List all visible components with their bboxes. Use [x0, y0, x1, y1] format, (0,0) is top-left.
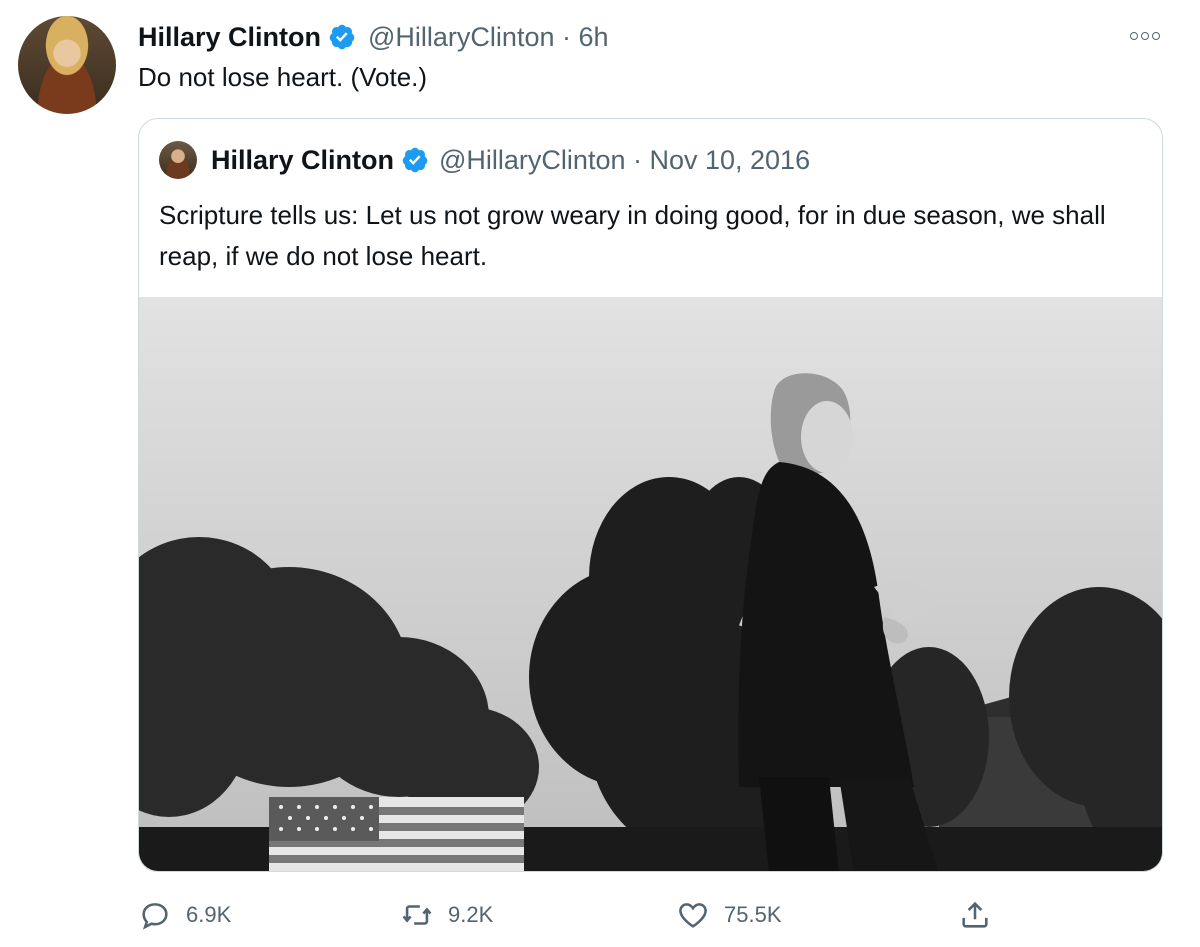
- like-button[interactable]: 75.5K: [676, 892, 782, 938]
- share-icon: [962, 901, 988, 928]
- flag: [269, 797, 524, 871]
- tweet-header: Hillary Clinton @HillaryClinton · 6h: [138, 18, 609, 56]
- photo-scene: [139, 373, 1162, 871]
- quoted-photo[interactable]: [139, 297, 1162, 871]
- like-count: 75.5K: [724, 902, 782, 927]
- quoted-author-name: Hillary Clinton: [211, 144, 395, 175]
- reply-count: 6.9K: [186, 902, 232, 927]
- quoted-tweet[interactable]: Hillary Clinton @HillaryClinton · Nov 10…: [138, 118, 1163, 872]
- retweet-icon: [402, 905, 432, 925]
- share-button[interactable]: [958, 892, 992, 938]
- person: [738, 373, 939, 871]
- tweet-text: Do not lose heart. (Vote.): [138, 62, 428, 92]
- author-handle-time[interactable]: @HillaryClinton · 6h: [368, 22, 608, 53]
- quoted-header: Hillary Clinton @HillaryClinton · Nov 10…: [211, 141, 810, 179]
- tweet-actions: 6.9K 9.2K 75.5K: [138, 892, 998, 938]
- quoted-handle-time: @HillaryClinton · Nov 10, 2016: [439, 144, 811, 175]
- verified-badge-icon: [329, 24, 355, 50]
- author-name[interactable]: Hillary Clinton: [138, 22, 321, 53]
- author-avatar[interactable]: [18, 16, 116, 114]
- retweet-button[interactable]: 9.2K: [400, 892, 493, 938]
- more-options-icon[interactable]: [1125, 22, 1165, 50]
- reply-button[interactable]: 6.9K: [138, 892, 231, 938]
- reply-icon: [142, 903, 168, 930]
- verified-badge-icon: [402, 147, 428, 173]
- quoted-text: Scripture tells us: Let us not grow wear…: [159, 200, 1106, 271]
- heart-icon: [679, 903, 707, 928]
- quoted-author-avatar: [159, 141, 197, 179]
- retweet-count: 9.2K: [448, 902, 494, 927]
